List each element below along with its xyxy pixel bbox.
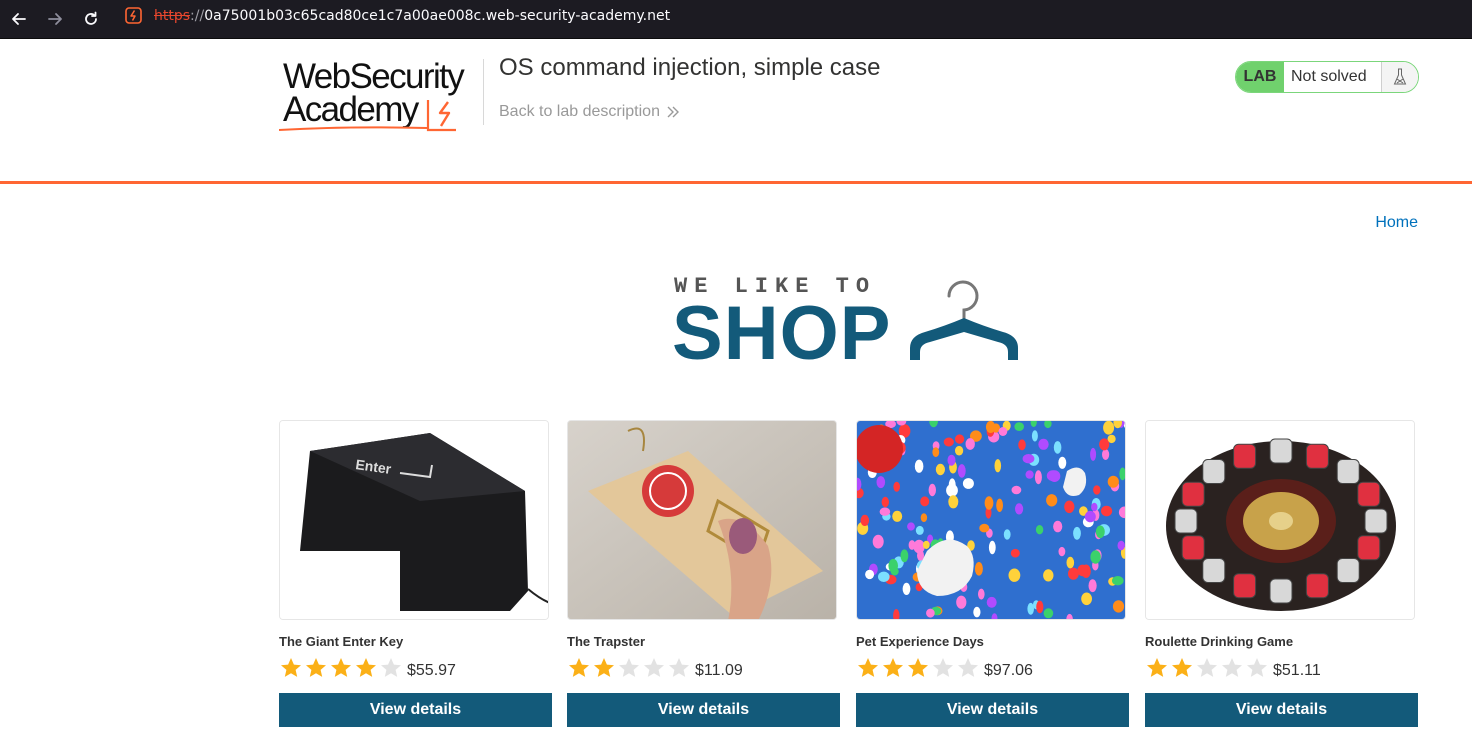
lab-state: Not solved bbox=[1284, 62, 1382, 92]
flask-icon bbox=[1382, 62, 1418, 92]
product-card: Pet Experience Days $97.06 View details bbox=[856, 420, 1129, 727]
product-card: Enter The Giant Enter Key $55.97 View de… bbox=[279, 420, 552, 727]
view-details-button[interactable]: View details bbox=[856, 693, 1129, 727]
product-price: $11.09 bbox=[695, 662, 743, 679]
star-empty-icon bbox=[669, 658, 689, 677]
star-filled-icon bbox=[883, 658, 903, 677]
product-price: $97.06 bbox=[984, 662, 1033, 679]
header-divider bbox=[483, 59, 484, 125]
logo-underline-icon bbox=[279, 126, 428, 131]
back-to-lab-description-link[interactable]: Back to lab description bbox=[499, 102, 680, 122]
web-security-academy-logo[interactable]: WebSecurity Academy bbox=[279, 58, 483, 132]
clothes-hanger-icon bbox=[910, 280, 1018, 360]
star-filled-icon bbox=[1147, 658, 1167, 677]
logo-bolt-icon bbox=[426, 100, 456, 132]
lab-title: OS command injection, simple case bbox=[499, 54, 881, 81]
star-empty-icon bbox=[958, 658, 978, 677]
product-image-trapster[interactable] bbox=[567, 420, 837, 620]
product-image-roulette-drinking-game[interactable] bbox=[1145, 420, 1415, 620]
star-rating bbox=[856, 656, 980, 680]
double-chevron-right-icon bbox=[667, 106, 679, 118]
site-favicon-icon bbox=[125, 7, 142, 29]
star-filled-icon bbox=[858, 658, 878, 677]
product-name: Pet Experience Days bbox=[856, 634, 984, 649]
product-name: Roulette Drinking Game bbox=[1145, 634, 1294, 649]
product-image-pet-experience-days[interactable] bbox=[856, 420, 1126, 620]
browser-toolbar: https://0a75001b03c65cad80ce1c7a00ae008c… bbox=[0, 0, 1472, 39]
lab-status-widget: LAB Not solved bbox=[1235, 61, 1419, 93]
academy-header: WebSecurity Academy OS command injection… bbox=[0, 39, 1472, 184]
home-link[interactable]: Home bbox=[1375, 214, 1418, 232]
logo-text-line2: Academy bbox=[283, 90, 419, 129]
star-filled-icon bbox=[569, 658, 589, 677]
star-rating bbox=[1145, 656, 1269, 680]
product-image-giant-enter-key[interactable]: Enter bbox=[279, 420, 549, 620]
product-price: $55.97 bbox=[407, 662, 456, 679]
back-arrow-icon[interactable] bbox=[5, 5, 33, 33]
product-card: Roulette Drinking Game $51.11 View detai… bbox=[1145, 420, 1418, 727]
star-empty-icon bbox=[1247, 658, 1267, 677]
url-bar[interactable]: https://0a75001b03c65cad80ce1c7a00ae008c… bbox=[154, 7, 670, 25]
product-rating-row: $55.97 bbox=[279, 654, 552, 682]
star-empty-icon bbox=[1197, 658, 1217, 677]
view-details-button[interactable]: View details bbox=[567, 693, 840, 727]
star-filled-icon bbox=[1172, 658, 1192, 677]
product-rating-row: $51.11 bbox=[1145, 654, 1418, 682]
url-scheme: https bbox=[154, 8, 191, 24]
star-rating bbox=[279, 656, 403, 680]
product-rating-row: $97.06 bbox=[856, 654, 1129, 682]
star-empty-icon bbox=[644, 658, 664, 677]
back-link-label: Back to lab description bbox=[499, 103, 660, 120]
star-filled-icon bbox=[331, 658, 351, 677]
reload-icon[interactable] bbox=[77, 5, 105, 33]
star-filled-icon bbox=[594, 658, 614, 677]
star-empty-icon bbox=[1222, 658, 1242, 677]
star-filled-icon bbox=[356, 658, 376, 677]
product-price: $51.11 bbox=[1273, 662, 1321, 679]
product-name: The Trapster bbox=[567, 634, 646, 649]
lab-badge: LAB bbox=[1236, 62, 1284, 92]
url-host: 0a75001b03c65cad80ce1c7a00ae008c.web-sec… bbox=[204, 8, 671, 24]
product-name: The Giant Enter Key bbox=[279, 634, 404, 649]
banner-shop-text: SHOP bbox=[672, 291, 892, 376]
star-filled-icon bbox=[281, 658, 301, 677]
product-rating-row: $11.09 bbox=[567, 654, 840, 682]
shop-banner: WE LIKE TO SHOP bbox=[672, 274, 1028, 376]
product-card: The Trapster $11.09 View details bbox=[567, 420, 840, 727]
star-filled-icon bbox=[306, 658, 326, 677]
star-empty-icon bbox=[619, 658, 639, 677]
view-details-button[interactable]: View details bbox=[279, 693, 552, 727]
star-empty-icon bbox=[933, 658, 953, 677]
star-filled-icon bbox=[908, 658, 928, 677]
view-details-button[interactable]: View details bbox=[1145, 693, 1418, 727]
url-separator: :// bbox=[190, 8, 205, 24]
star-rating bbox=[567, 656, 691, 680]
forward-arrow-icon[interactable] bbox=[41, 5, 69, 33]
star-empty-icon bbox=[381, 658, 401, 677]
product-grid: Enter The Giant Enter Key $55.97 View de… bbox=[279, 420, 1419, 729]
